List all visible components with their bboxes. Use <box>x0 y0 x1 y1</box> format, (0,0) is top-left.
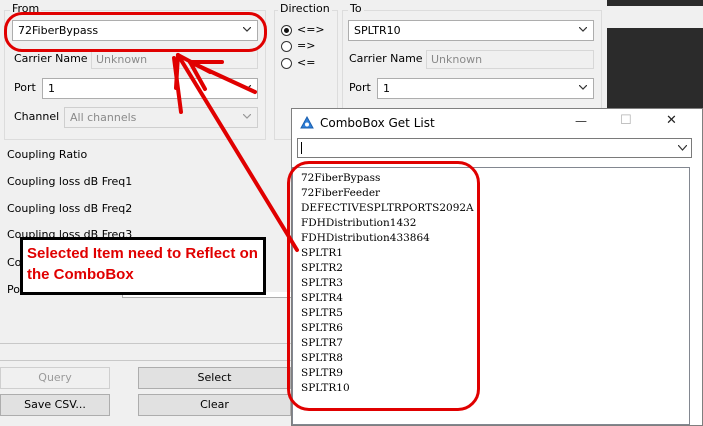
clear-button[interactable]: Clear <box>138 394 291 416</box>
annotation-callout: Selected Item need to Reflect on the Com… <box>20 237 266 295</box>
from-port-combobox[interactable]: 1 <box>42 78 258 99</box>
dialog-combobox[interactable] <box>297 138 692 158</box>
channel-value: All channels <box>70 111 137 124</box>
list-highlight <box>287 161 480 411</box>
text-cursor <box>301 142 302 154</box>
coupling-loss-freq2-label: Coupling loss dB Freq2 <box>7 202 133 215</box>
direction-label-forward: => <box>297 39 316 52</box>
partial-po-label: Po <box>7 283 20 296</box>
coupling-ratio-label: Coupling Ratio <box>7 148 88 161</box>
separator-line <box>0 343 291 344</box>
from-combobox-highlight <box>4 12 267 52</box>
coupling-loss-freq1-label: Coupling loss dB Freq1 <box>7 175 133 188</box>
from-carrier-name-label: Carrier Name <box>14 52 88 65</box>
to-carrier-name-field[interactable]: Unknown <box>426 50 594 69</box>
background-title-bar <box>607 6 703 28</box>
chevron-down-icon <box>579 85 587 90</box>
to-combobox-value: SPLTR10 <box>354 24 401 37</box>
direction-radio-both[interactable] <box>281 25 292 36</box>
direction-legend: Direction <box>278 2 332 15</box>
separator-line <box>0 360 291 361</box>
channel-combobox[interactable]: All channels <box>64 107 258 128</box>
dialog-title: ComboBox Get List <box>320 116 435 130</box>
query-button[interactable]: Query <box>0 367 110 389</box>
chevron-down-icon <box>678 145 687 151</box>
save-csv-button[interactable]: Save CSV... <box>0 394 110 416</box>
chevron-down-icon <box>579 27 587 32</box>
to-port-value: 1 <box>383 82 390 95</box>
close-icon[interactable]: ✕ <box>666 113 677 128</box>
from-carrier-name-field[interactable]: Unknown <box>91 50 258 69</box>
to-carrier-name-label: Carrier Name <box>349 52 423 65</box>
to-port-combobox[interactable]: 1 <box>377 78 594 99</box>
chevron-down-icon <box>243 85 251 90</box>
select-button[interactable]: Select <box>138 367 291 389</box>
app-icon <box>300 116 314 129</box>
to-legend: To <box>348 2 364 15</box>
direction-label-backward: <= <box>297 56 316 69</box>
from-port-label: Port <box>14 81 36 94</box>
chevron-down-icon <box>243 114 251 119</box>
maximize-icon[interactable]: ☐ <box>620 113 632 128</box>
channel-label: Channel <box>14 110 60 123</box>
dialog-title-bar[interactable]: ComboBox Get List — ☐ ✕ <box>292 109 702 138</box>
from-port-value: 1 <box>48 82 55 95</box>
direction-label-both: <=> <box>297 23 325 36</box>
to-port-label: Port <box>349 81 371 94</box>
direction-radio-backward[interactable] <box>281 58 292 69</box>
minimize-icon[interactable]: — <box>575 114 587 128</box>
to-combobox[interactable]: SPLTR10 <box>348 20 594 41</box>
direction-radio-forward[interactable] <box>281 41 292 52</box>
